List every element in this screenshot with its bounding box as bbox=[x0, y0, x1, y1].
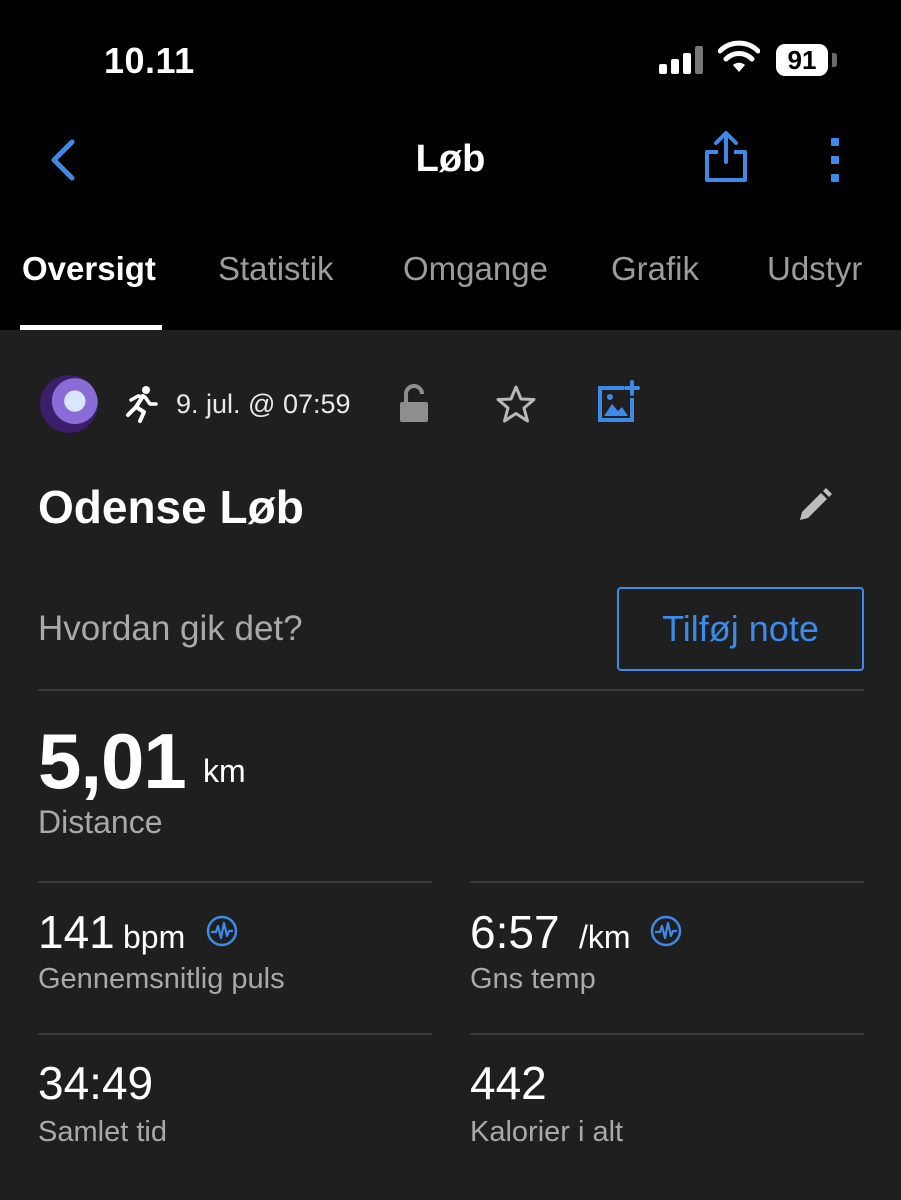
more-icon[interactable] bbox=[822, 136, 850, 184]
tab-statistik[interactable]: Statistik bbox=[218, 250, 334, 288]
activity-title: Odense Løb bbox=[38, 481, 304, 533]
unlock-icon[interactable] bbox=[398, 384, 430, 424]
distance-value: 5,01 bbox=[38, 717, 187, 805]
avg-pace-unit: /km bbox=[579, 919, 631, 955]
divider bbox=[38, 689, 864, 691]
star-icon[interactable] bbox=[496, 384, 536, 424]
battery-cap bbox=[832, 53, 837, 67]
calories-label: Kalorier i alt bbox=[470, 1116, 624, 1148]
cellular-signal-icon bbox=[659, 46, 705, 74]
avg-pace-label: Gns temp bbox=[470, 963, 596, 995]
pace-chart-icon[interactable] bbox=[650, 915, 682, 947]
total-time-label: Samlet tid bbox=[38, 1116, 167, 1148]
avg-pace-value: 6:57 bbox=[470, 906, 560, 958]
note-prompt: Hvordan gik det? bbox=[38, 609, 303, 648]
avg-heart-rate-unit: bpm bbox=[123, 919, 186, 955]
avg-heart-rate-value: 141 bbox=[38, 906, 115, 958]
battery-indicator: 91 bbox=[776, 44, 828, 76]
avg-heart-rate-label: Gennemsnitlig puls bbox=[38, 963, 285, 995]
distance-label: Distance bbox=[38, 804, 163, 840]
total-time-value: 34:49 bbox=[38, 1057, 154, 1109]
tab-udstyr[interactable]: Udstyr bbox=[767, 250, 862, 288]
add-photo-icon[interactable] bbox=[596, 380, 640, 424]
tab-grafik[interactable]: Grafik bbox=[611, 250, 699, 288]
active-tab-indicator bbox=[20, 325, 162, 330]
header: 10.11 91 Løb Oversigt Statistik Omgange … bbox=[0, 0, 901, 330]
avatar[interactable] bbox=[40, 375, 98, 433]
tab-oversigt[interactable]: Oversigt bbox=[22, 250, 156, 288]
wifi-icon bbox=[718, 40, 760, 72]
calories-value: 442 bbox=[470, 1057, 547, 1109]
runner-icon bbox=[126, 386, 158, 423]
activity-date: 9. jul. @ 07:59 bbox=[176, 389, 351, 419]
divider bbox=[470, 1033, 864, 1035]
share-icon[interactable] bbox=[702, 130, 750, 184]
status-time: 10.11 bbox=[104, 40, 195, 81]
tab-omgange[interactable]: Omgange bbox=[403, 250, 548, 288]
edit-icon[interactable] bbox=[794, 486, 834, 526]
divider bbox=[470, 881, 864, 883]
heart-rate-icon[interactable] bbox=[206, 915, 238, 947]
divider bbox=[38, 1033, 432, 1035]
distance-unit: km bbox=[203, 753, 246, 789]
divider bbox=[38, 881, 432, 883]
page-title: Løb bbox=[415, 138, 486, 180]
add-note-button[interactable]: Tilføj note bbox=[617, 587, 864, 671]
